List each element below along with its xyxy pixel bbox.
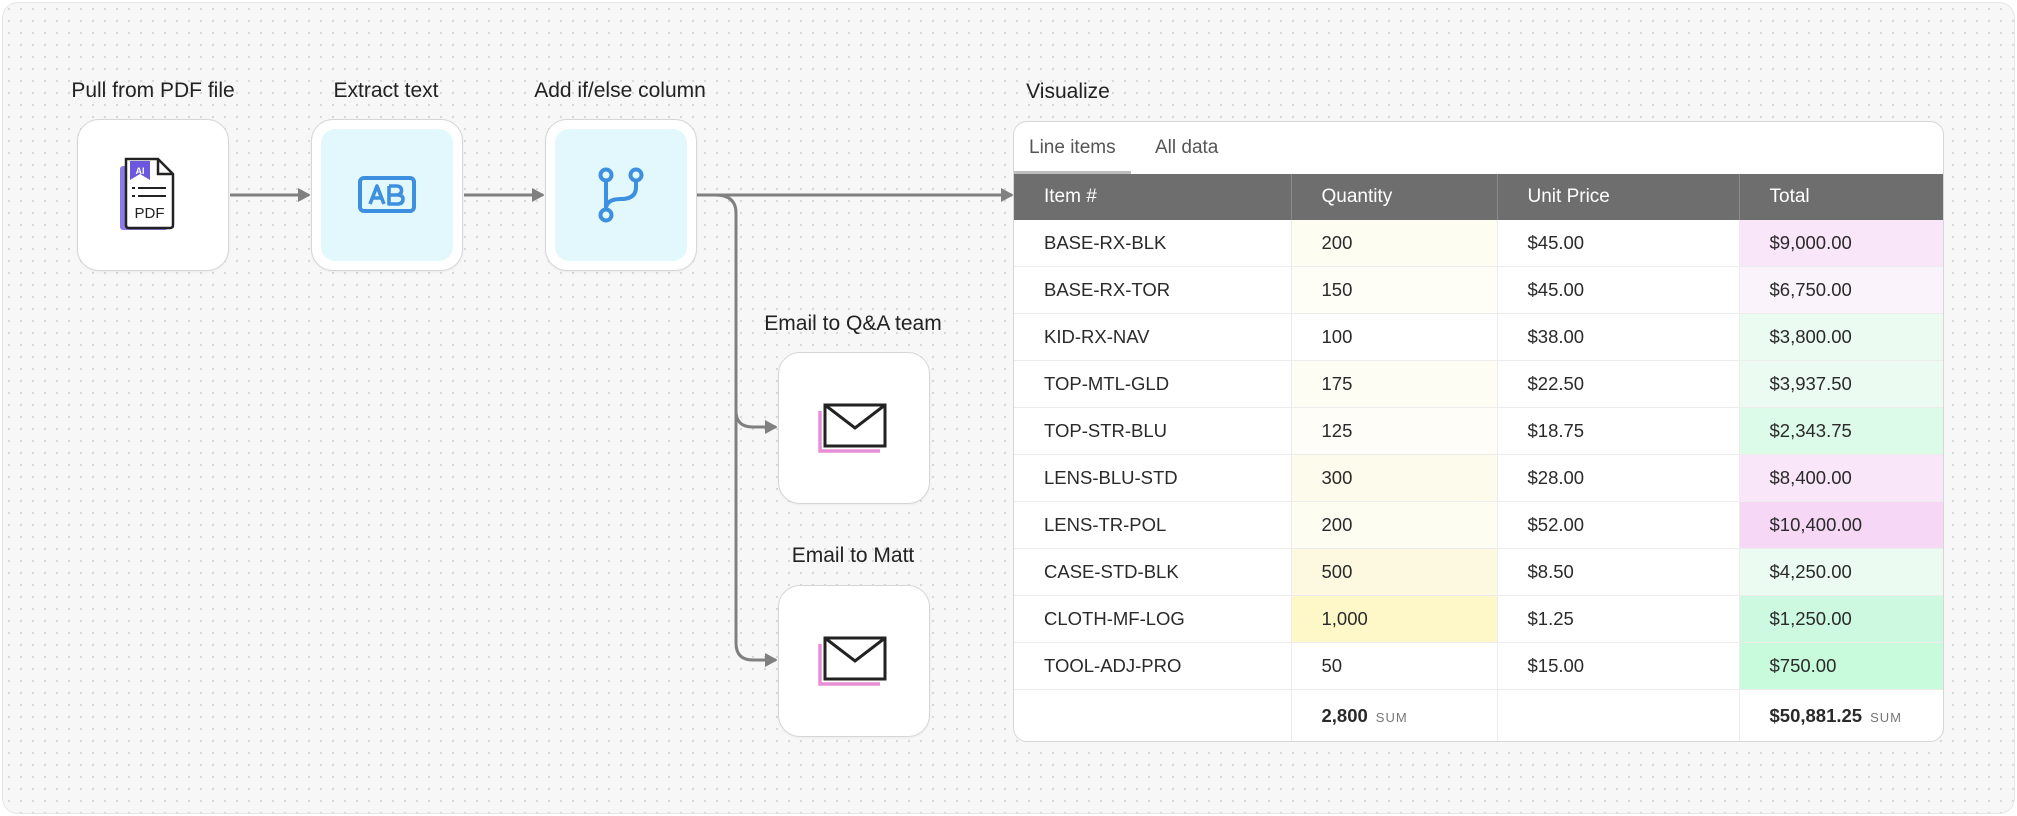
sum-row: 2,800 SUM $50,881.25 SUM [1014, 689, 1943, 742]
table-row[interactable]: TOOL-ADJ-PRO 50 $15.00 $750.00 [1014, 642, 1943, 690]
table-header-row: Item # Quantity Unit Price Total [1014, 174, 1943, 220]
cell-item: TOOL-ADJ-PRO [1014, 642, 1292, 690]
cell-unit-price: $22.50 [1497, 360, 1740, 408]
node-email-matt[interactable] [778, 585, 930, 737]
visualize-table-card: Line items All data Item # Quantity Unit… [1013, 121, 1944, 742]
node-extract-text-inner [321, 129, 453, 261]
cell-quantity: 125 [1291, 407, 1498, 455]
table-row[interactable]: CASE-STD-BLK 500 $8.50 $4,250.00 [1014, 548, 1943, 596]
node-extract-text[interactable] [311, 119, 463, 271]
svg-text:PDF: PDF [135, 205, 165, 222]
connector-ifelse-to-email-qa [714, 193, 776, 427]
cell-total: $10,400.00 [1739, 501, 1943, 549]
cell-unit-price: $1.25 [1497, 595, 1740, 643]
cell-unit-price: $45.00 [1497, 266, 1740, 314]
cell-unit-price: $45.00 [1497, 220, 1740, 267]
cell-quantity: 300 [1291, 454, 1498, 502]
sum-quantity-value: 2,800 [1321, 705, 1368, 726]
table-row[interactable]: CLOTH-MF-LOG 1,000 $1.25 $1,250.00 [1014, 595, 1943, 643]
node-label-email-qa: Email to Q&A team [764, 312, 942, 335]
sum-total-value: $50,881.25 [1769, 705, 1863, 726]
table-row[interactable]: TOP-MTL-GLD 175 $22.50 $3,937.50 [1014, 360, 1943, 408]
workflow-canvas: Pull from PDF file Extract text Add if/e… [2, 2, 2015, 814]
column-header-total[interactable]: Total [1739, 174, 1943, 220]
node-if-else[interactable] [545, 119, 697, 271]
node-label-pdf: Pull from PDF file [71, 79, 235, 102]
sum-quantity: 2,800 SUM [1291, 689, 1498, 741]
node-pull-pdf[interactable]: AI PDF [77, 119, 229, 271]
cell-total: $8,400.00 [1739, 454, 1943, 502]
cell-quantity: 200 [1291, 220, 1498, 267]
cell-total: $9,000.00 [1739, 220, 1943, 267]
table-row[interactable]: LENS-BLU-STD 300 $28.00 $8,400.00 [1014, 454, 1943, 502]
node-label-email-matt: Email to Matt [791, 544, 915, 567]
cell-total: $6,750.00 [1739, 266, 1943, 314]
table-tabs: Line items All data [1014, 122, 1943, 174]
column-header-unit-price[interactable]: Unit Price [1497, 174, 1740, 220]
sum-cell-empty [1014, 689, 1292, 741]
cell-unit-price: $38.00 [1497, 313, 1740, 361]
cell-item: BASE-RX-BLK [1014, 220, 1292, 267]
text-ab-icon [358, 176, 416, 213]
cell-unit-price: $15.00 [1497, 642, 1740, 690]
mail-icon [818, 403, 887, 453]
cell-item: CLOTH-MF-LOG [1014, 595, 1292, 643]
cell-quantity: 50 [1291, 642, 1498, 690]
cell-item: KID-RX-NAV [1014, 313, 1292, 361]
cell-unit-price: $18.75 [1497, 407, 1740, 455]
sum-tag: SUM [1870, 710, 1902, 725]
table-row[interactable]: LENS-TR-POL 200 $52.00 $10,400.00 [1014, 501, 1943, 549]
cell-total: $3,937.50 [1739, 360, 1943, 408]
cell-total: $3,800.00 [1739, 313, 1943, 361]
cell-total: $1,250.00 [1739, 595, 1943, 643]
node-label-ifelse: Add if/else column [534, 79, 706, 102]
cell-item: TOP-MTL-GLD [1014, 360, 1292, 408]
cell-item: LENS-BLU-STD [1014, 454, 1292, 502]
table-row[interactable]: BASE-RX-BLK 200 $45.00 $9,000.00 [1014, 220, 1943, 267]
cell-item: BASE-RX-TOR [1014, 266, 1292, 314]
cell-quantity: 500 [1291, 548, 1498, 596]
cell-quantity: 1,000 [1291, 595, 1498, 643]
cell-quantity: 100 [1291, 313, 1498, 361]
cell-quantity: 200 [1291, 501, 1498, 549]
table-row[interactable]: KID-RX-NAV 100 $38.00 $3,800.00 [1014, 313, 1943, 361]
cell-quantity: 150 [1291, 266, 1498, 314]
visualize-title: Visualize [1026, 80, 1110, 103]
sum-total: $50,881.25 SUM [1739, 690, 1943, 742]
table-row[interactable]: BASE-RX-TOR 150 $45.00 $6,750.00 [1014, 266, 1943, 314]
cell-unit-price: $52.00 [1497, 501, 1740, 549]
cell-unit-price: $8.50 [1497, 548, 1740, 596]
column-header-quantity[interactable]: Quantity [1291, 174, 1498, 220]
table-body: BASE-RX-BLK 200 $45.00 $9,000.00 BASE-RX-TO… [1014, 220, 1943, 742]
cell-total: $750.00 [1739, 642, 1943, 690]
cell-item: TOP-STR-BLU [1014, 407, 1292, 455]
svg-text:AI: AI [136, 166, 145, 176]
cell-total: $2,343.75 [1739, 407, 1943, 455]
table-row[interactable]: TOP-STR-BLU 125 $18.75 $2,343.75 [1014, 407, 1943, 455]
branch-icon [598, 167, 644, 223]
cell-unit-price: $28.00 [1497, 454, 1740, 502]
cell-item: CASE-STD-BLK [1014, 548, 1292, 596]
cell-total: $4,250.00 [1739, 548, 1943, 596]
node-email-qa[interactable] [778, 352, 930, 504]
pdf-ai-icon: AI PDF [120, 157, 175, 230]
sum-cell-empty [1497, 689, 1740, 741]
node-label-extract: Extract text [333, 79, 439, 102]
sum-tag: SUM [1375, 710, 1408, 725]
mail-icon [818, 636, 887, 686]
line-items-table: Item # Quantity Unit Price Total BASE-RX… [1014, 174, 1943, 742]
column-header-item[interactable]: Item # [1014, 174, 1292, 220]
tab-line-items[interactable]: Line items [1014, 122, 1131, 174]
cell-item: LENS-TR-POL [1014, 501, 1292, 549]
connector-ifelse-to-email-matt [734, 403, 776, 660]
node-if-else-inner [555, 129, 687, 261]
tab-all-data[interactable]: All data [1140, 122, 1233, 174]
cell-quantity: 175 [1291, 360, 1498, 408]
